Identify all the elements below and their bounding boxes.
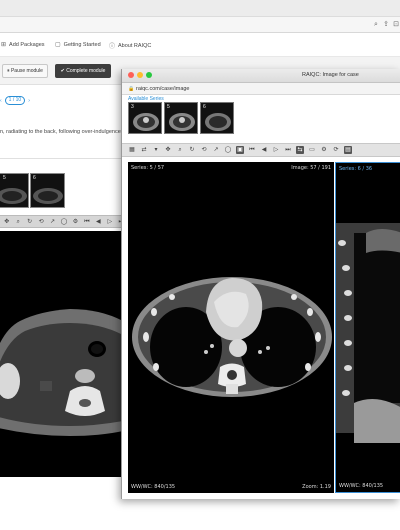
pause-module-label: Pause module xyxy=(10,68,43,74)
popup-urlbar[interactable]: 🔒 raiqc.com/case/image xyxy=(122,83,400,95)
window-maximize[interactable] xyxy=(146,72,152,78)
thumbnail-number: 3 xyxy=(131,104,134,110)
zoom-icon[interactable]: ⌕ xyxy=(14,218,21,226)
screenshot-icon[interactable]: ▭ xyxy=(308,146,316,154)
rotate-icon[interactable]: ↻ xyxy=(26,218,33,226)
case-counter: 1 / 10 xyxy=(4,96,26,105)
nav-add-packages-label: Add Packages xyxy=(9,41,45,48)
series-thumbnail[interactable]: 6 xyxy=(30,173,65,208)
case-description: n, radiating to the back, following over… xyxy=(0,129,121,135)
window-title: RAIQC: Image for case xyxy=(302,72,359,78)
first-frame-icon[interactable]: ⏮ xyxy=(248,146,256,154)
nav-about[interactable]: ⓘ About RAIQC xyxy=(109,41,152,51)
popup-url: raiqc.com/case/image xyxy=(136,86,190,92)
prev-frame-icon[interactable]: ◀ xyxy=(95,218,102,226)
series-info: Series: 5 / 57 xyxy=(131,165,165,171)
sagittal-viewport[interactable]: Series: 6 / 36 WW/WC: 840/135 xyxy=(335,162,400,493)
ct-neck-image xyxy=(0,309,123,436)
last-frame-icon[interactable]: ⏭ xyxy=(284,146,292,154)
back-nav-bar: ⊞ Add Packages ▢ Getting Started ⓘ About… xyxy=(0,33,400,57)
window-titlebar: RAIQC: Image for case xyxy=(122,69,400,83)
settings-icon[interactable]: ⚙ xyxy=(72,218,79,226)
back-image-viewport[interactable] xyxy=(0,231,123,477)
move-icon[interactable]: ✥ xyxy=(3,218,10,226)
zoom-icon[interactable]: ⌕ xyxy=(176,146,184,154)
move-icon[interactable]: ✥ xyxy=(164,146,172,154)
refresh-icon[interactable]: ⟳ xyxy=(332,146,340,154)
window-level-info: WW/WC: 840/135 xyxy=(131,484,176,490)
share-icon[interactable]: ⇪ xyxy=(382,21,390,29)
measure-icon[interactable]: ↗ xyxy=(212,146,220,154)
check-icon: ✔ xyxy=(60,68,65,74)
rotate-icon[interactable]: ↻ xyxy=(188,146,196,154)
measure-icon[interactable]: ↗ xyxy=(49,218,56,226)
nav-getting-started-label: Getting Started xyxy=(63,41,101,48)
nav-add-packages[interactable]: ⊞ Add Packages xyxy=(1,41,45,49)
layout-icon[interactable]: ▦ xyxy=(128,146,136,154)
case-pager: ‹ 1 / 10 › xyxy=(0,96,30,105)
ct-chest-axial-image xyxy=(132,277,332,397)
back-viewer-toolbar: ✥ ⌕ ↻ ⟲ ↗ ◯ ⚙ ⏮ ◀ ▷ ⏭ xyxy=(0,215,125,228)
back-browser-urlbar[interactable]: ⌕ ⇪ ⊡ xyxy=(0,17,400,33)
sync-icon[interactable]: ⇄ xyxy=(140,146,148,154)
series-thumbnail[interactable]: 3 xyxy=(128,102,162,134)
zoom-info: Zoom: 1.19 xyxy=(302,484,331,490)
window-close[interactable] xyxy=(128,72,134,78)
thumbnail-number: 6 xyxy=(33,175,36,181)
nav-getting-started[interactable]: ▢ Getting Started xyxy=(55,41,101,49)
complete-module-button[interactable]: ✔ Complete module xyxy=(55,64,111,78)
circle-icon[interactable]: ◯ xyxy=(224,146,232,154)
window-minimize[interactable] xyxy=(137,72,143,78)
invert-icon[interactable]: ▣ xyxy=(236,146,244,154)
grid-menu-icon[interactable]: ▤ xyxy=(344,146,352,154)
pause-module-button[interactable]: ⏸ Pause module xyxy=(2,64,48,78)
axial-viewport[interactable]: Series: 5 / 57 Image: 57 / 191 WW/WC: 84… xyxy=(128,162,334,493)
ct-chest-sagittal-image xyxy=(336,223,400,443)
settings-icon[interactable]: ⚙ xyxy=(320,146,328,154)
prev-case-icon[interactable]: ‹ xyxy=(0,98,2,104)
series-thumbnail[interactable]: 5 xyxy=(0,173,29,208)
thumbnail-image xyxy=(33,188,63,204)
search-icon[interactable]: ⌕ xyxy=(372,21,380,29)
window-level-info: WW/WC: 840/135 xyxy=(339,483,384,489)
document-icon: ▢ xyxy=(55,42,61,48)
thumbnail-number: 5 xyxy=(3,175,6,181)
package-icon: ⊞ xyxy=(1,42,7,48)
circle-icon[interactable]: ◯ xyxy=(60,218,68,226)
extension-icon[interactable]: ⊡ xyxy=(392,21,400,29)
lock-icon: 🔒 xyxy=(128,86,135,92)
complete-module-label: Complete module xyxy=(66,68,106,74)
prev-frame-icon[interactable]: ◀ xyxy=(260,146,268,154)
first-frame-icon[interactable]: ⏮ xyxy=(83,218,90,226)
series-thumbnail[interactable]: 6 xyxy=(200,102,234,134)
next-frame-icon[interactable]: ▷ xyxy=(272,146,280,154)
next-case-icon[interactable]: › xyxy=(28,98,30,104)
cine-icon[interactable]: ⇆ xyxy=(296,146,304,154)
reset-icon[interactable]: ⟲ xyxy=(200,146,208,154)
series-thumbnail[interactable]: 5 xyxy=(164,102,198,134)
pause-icon: ⏸ xyxy=(7,68,10,74)
image-popup-window: RAIQC: Image for case 🔒 raiqc.com/case/i… xyxy=(121,69,400,499)
thumbnail-number: 6 xyxy=(203,104,206,110)
image-info: Image: 57 / 191 xyxy=(291,165,331,171)
reset-icon[interactable]: ⟲ xyxy=(37,218,44,226)
thumbnail-number: 5 xyxy=(167,104,170,110)
next-frame-icon[interactable]: ▷ xyxy=(106,218,113,226)
viewer-toolbar: ▦ ⇄ ▾ ✥ ⌕ ↻ ⟲ ↗ ◯ ▣ ⏮ ◀ ▷ ⏭ ⇆ ▭ ⚙ ⟳ ▤ xyxy=(122,143,400,157)
info-icon: ⓘ xyxy=(109,44,116,50)
dropdown-icon[interactable]: ▾ xyxy=(152,146,160,154)
divider xyxy=(0,158,125,159)
back-browser-tabbar xyxy=(0,0,400,17)
nav-about-label: About RAIQC xyxy=(118,42,152,49)
series-info: Series: 6 / 36 xyxy=(339,166,373,172)
